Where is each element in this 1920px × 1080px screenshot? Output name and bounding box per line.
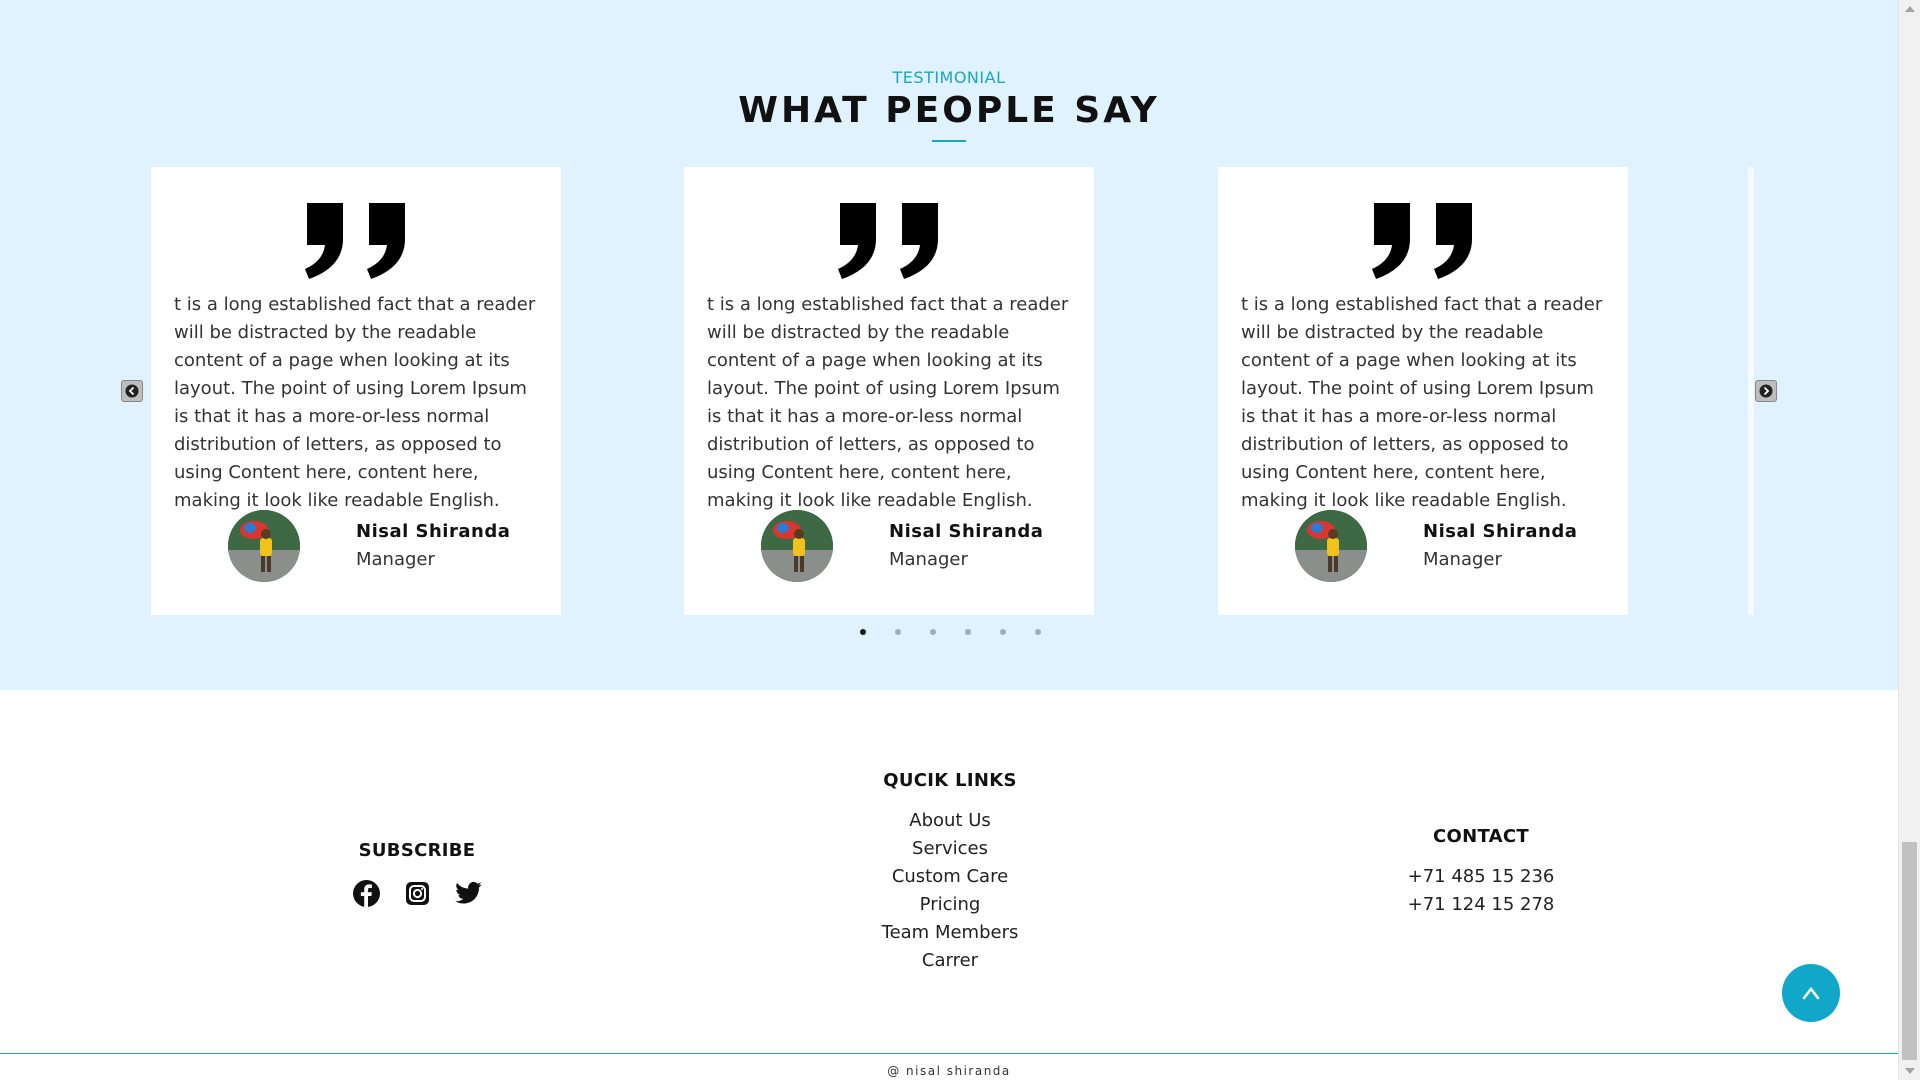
section-title: WHAT PEOPLE SAY: [738, 90, 1160, 131]
person-role: Manager: [356, 549, 435, 570]
avatar: [228, 510, 300, 582]
avatar: [761, 510, 833, 582]
twitter-icon[interactable]: [454, 879, 483, 908]
person-name: Nisal Shiranda: [356, 521, 511, 542]
quick-link-team-members[interactable]: Team Members: [850, 919, 1050, 947]
carousel-dot[interactable]: [965, 629, 971, 635]
quick-link-custom-care[interactable]: Custom Care: [850, 863, 1050, 891]
quick-link-services[interactable]: Services: [850, 835, 1050, 863]
facebook-icon[interactable]: [352, 879, 381, 908]
quick-links-column: QUCIK LINKS About Us Services Custom Car…: [850, 770, 1050, 975]
quote-icon: [838, 203, 938, 279]
subscribe-column: SUBSCRIBE: [317, 840, 517, 908]
chevron-left-icon: [125, 384, 139, 398]
contact-column: CONTACT +71 485 15 236 +71 124 15 278: [1381, 826, 1581, 919]
avatar: [1295, 510, 1367, 582]
carousel-next-button[interactable]: [1755, 380, 1777, 402]
carousel-pagination: [860, 629, 1041, 635]
chevron-up-icon: [1802, 986, 1820, 1000]
instagram-icon[interactable]: [403, 879, 432, 908]
subscribe-heading: SUBSCRIBE: [358, 840, 476, 861]
quick-link-pricing[interactable]: Pricing: [850, 891, 1050, 919]
quote-icon: [305, 203, 405, 279]
section-eyebrow: TESTIMONIAL: [892, 68, 1006, 87]
chevron-right-icon: [1759, 384, 1773, 398]
copyright-text: @ nisal shiranda: [887, 1064, 1011, 1078]
testimonial-card: t is a long established fact that a read…: [151, 167, 561, 615]
contact-phone[interactable]: +71 485 15 236: [1381, 863, 1581, 891]
testimonial-text: t is a long established fact that a read…: [707, 294, 1069, 511]
carousel-dot[interactable]: [1035, 629, 1041, 635]
person-role: Manager: [1423, 549, 1502, 570]
footer-divider: [0, 1053, 1898, 1054]
testimonial-section: TESTIMONIAL WHAT PEOPLE SAY t is a long …: [0, 0, 1898, 690]
quick-link-about-us[interactable]: About Us: [850, 807, 1050, 835]
person-role: Manager: [889, 549, 968, 570]
testimonial-text: t is a long established fact that a read…: [1241, 294, 1603, 511]
testimonial-text: t is a long established fact that a read…: [174, 294, 536, 511]
scroll-up-icon[interactable]: [1905, 6, 1915, 12]
carousel-dot[interactable]: [895, 629, 901, 635]
carousel-prev-button[interactable]: [121, 380, 143, 402]
contact-phone[interactable]: +71 124 15 278: [1381, 891, 1581, 919]
quick-link-carrer[interactable]: Carrer: [850, 947, 1050, 975]
carousel-dot[interactable]: [860, 629, 866, 635]
person-name: Nisal Shiranda: [889, 521, 1044, 542]
scrollbar-thumb[interactable]: [1902, 842, 1917, 1060]
back-to-top-button[interactable]: [1782, 964, 1840, 1022]
testimonial-card: t is a long established fact that a read…: [1218, 167, 1628, 615]
quick-links-list: About Us Services Custom Care Pricing Te…: [850, 807, 1050, 975]
page-scrollbar[interactable]: [1898, 0, 1920, 1080]
contact-phones: +71 485 15 236 +71 124 15 278: [1381, 863, 1581, 919]
testimonial-card: t is a long established fact that a read…: [684, 167, 1094, 615]
person-name: Nisal Shiranda: [1423, 521, 1578, 542]
contact-heading: CONTACT: [1433, 826, 1529, 847]
quote-icon: [1372, 203, 1472, 279]
quick-links-heading: QUCIK LINKS: [883, 770, 1017, 791]
title-underline: [932, 140, 966, 142]
social-links: [317, 879, 517, 908]
carousel-dot[interactable]: [930, 629, 936, 635]
scroll-down-icon[interactable]: [1905, 1068, 1915, 1074]
testimonial-card-next-partial: [1748, 167, 1754, 615]
carousel-dot[interactable]: [1000, 629, 1006, 635]
